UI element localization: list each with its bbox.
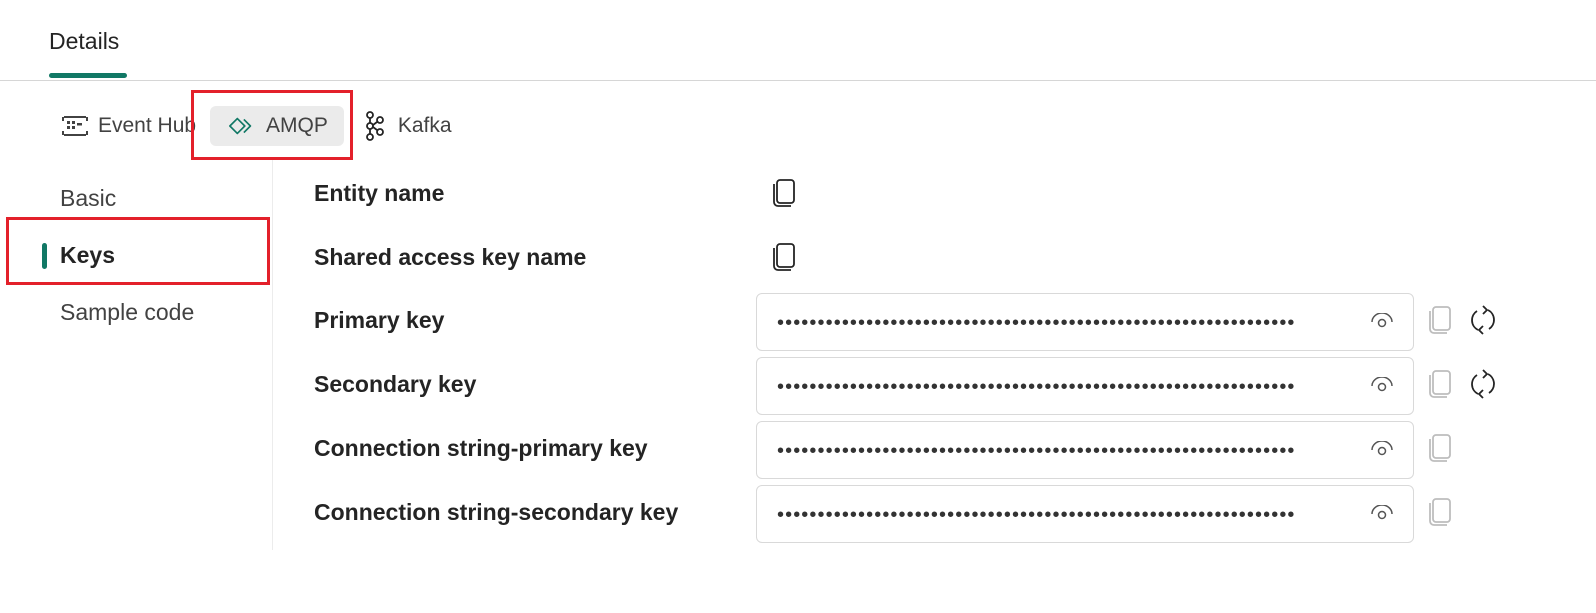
copy-icon: [771, 178, 797, 213]
side-nav-item-label: Basic: [60, 185, 117, 211]
regenerate-primary-key-button[interactable]: [1467, 304, 1499, 341]
refresh-icon: [1468, 368, 1498, 405]
field-label: Secondary key: [314, 371, 477, 397]
connection-string-primary-key-field[interactable]: ••••••••••••••••••••••••••••••••••••••••…: [756, 421, 1414, 479]
copy-icon: [1427, 369, 1453, 404]
eye-icon: [1370, 439, 1394, 462]
regenerate-secondary-key-button[interactable]: [1467, 368, 1499, 405]
field-row-primary-key: Primary key ••••••••••••••••••••••••••••…: [314, 293, 1554, 351]
side-nav-item-sample-code[interactable]: Sample code: [0, 284, 272, 341]
show-primary-key-button[interactable]: [1369, 310, 1395, 336]
field-row-shared-access-key-name: Shared access key name: [314, 230, 1554, 288]
copy-primary-key-button[interactable]: [1425, 305, 1455, 339]
eye-icon: [1370, 375, 1394, 398]
protocol-tab-list: Event Hub AMQP Kafka: [60, 104, 466, 148]
tab-details[interactable]: Details: [49, 28, 119, 55]
copy-icon: [1427, 433, 1453, 468]
side-nav: Basic Keys Sample code: [0, 170, 272, 341]
protocol-tab-amqp[interactable]: AMQP: [210, 106, 344, 146]
copy-icon: [771, 242, 797, 277]
tab-details-selected-indicator: [49, 73, 127, 78]
protocol-tab-event-hub[interactable]: Event Hub: [60, 106, 210, 146]
copy-shared-access-key-name-button[interactable]: [769, 242, 799, 276]
field-label: Shared access key name: [314, 244, 587, 270]
side-nav-item-keys[interactable]: Keys: [0, 227, 272, 284]
amqp-icon: [228, 112, 256, 140]
copy-connection-string-secondary-key-button[interactable]: [1425, 497, 1455, 531]
side-nav-divider: [272, 160, 273, 550]
show-secondary-key-button[interactable]: [1369, 374, 1395, 400]
protocol-tab-kafka[interactable]: Kafka: [344, 106, 466, 146]
field-row-entity-name: Entity name: [314, 166, 1554, 224]
field-label: Primary key: [314, 307, 445, 333]
kafka-icon: [360, 111, 388, 141]
protocol-tab-label: Kafka: [397, 114, 452, 137]
field-label: Connection string-secondary key: [314, 499, 679, 525]
refresh-icon: [1468, 304, 1498, 341]
header-divider: [0, 80, 1596, 81]
protocol-tab-label: Event Hub: [98, 114, 197, 137]
field-label: Connection string-primary key: [314, 435, 648, 461]
copy-icon: [1427, 497, 1453, 532]
show-connection-string-primary-key-button[interactable]: [1369, 438, 1395, 464]
side-nav-item-label: Keys: [60, 242, 115, 268]
selected-indicator: [42, 243, 47, 269]
masked-value: ••••••••••••••••••••••••••••••••••••••••…: [777, 376, 1296, 398]
event-hub-icon: [62, 112, 88, 140]
primary-key-field[interactable]: ••••••••••••••••••••••••••••••••••••••••…: [756, 293, 1414, 351]
side-nav-item-label: Sample code: [60, 299, 195, 325]
show-connection-string-secondary-key-button[interactable]: [1369, 502, 1395, 528]
side-nav-item-basic[interactable]: Basic: [0, 170, 272, 227]
copy-icon: [1427, 305, 1453, 340]
secondary-key-field[interactable]: ••••••••••••••••••••••••••••••••••••••••…: [756, 357, 1414, 415]
protocol-tab-label: AMQP: [266, 114, 328, 137]
eye-icon: [1370, 503, 1394, 526]
eye-icon: [1370, 311, 1394, 334]
masked-value: ••••••••••••••••••••••••••••••••••••••••…: [777, 440, 1296, 462]
field-row-secondary-key: Secondary key ••••••••••••••••••••••••••…: [314, 357, 1554, 415]
copy-secondary-key-button[interactable]: [1425, 369, 1455, 403]
connection-string-secondary-key-field[interactable]: ••••••••••••••••••••••••••••••••••••••••…: [756, 485, 1414, 543]
field-label: Entity name: [314, 180, 445, 206]
masked-value: ••••••••••••••••••••••••••••••••••••••••…: [777, 312, 1296, 334]
masked-value: ••••••••••••••••••••••••••••••••••••••••…: [777, 504, 1296, 526]
field-row-connection-string-secondary-key: Connection string-secondary key ••••••••…: [314, 485, 1554, 543]
copy-connection-string-primary-key-button[interactable]: [1425, 433, 1455, 467]
field-row-connection-string-primary-key: Connection string-primary key ••••••••••…: [314, 421, 1554, 479]
copy-entity-name-button[interactable]: [769, 178, 799, 212]
